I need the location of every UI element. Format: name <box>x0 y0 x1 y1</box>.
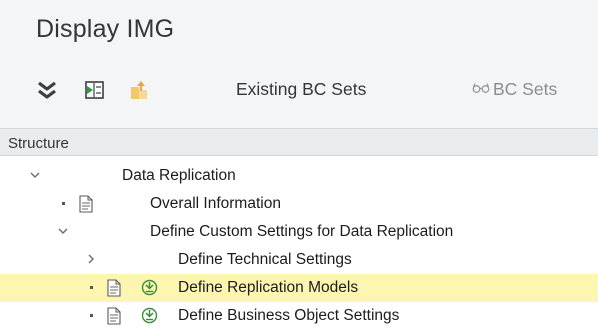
page-title: Display IMG <box>36 15 175 43</box>
existing-bc-sets-button[interactable]: Existing BC Sets <box>236 79 366 100</box>
execute-icon[interactable] <box>80 70 110 110</box>
execute-activity-icon[interactable] <box>141 307 158 324</box>
bullet-icon <box>90 314 93 317</box>
bc-sets-label: BC Sets <box>493 79 558 99</box>
tree-node-label: Define Custom Settings for Data Replicat… <box>150 223 454 240</box>
tree-node-label: Data Replication <box>122 167 236 184</box>
expand-all-icon[interactable] <box>32 70 62 110</box>
tree-node-label: Define Replication Models <box>178 279 359 296</box>
chevron-down-icon[interactable] <box>28 168 42 182</box>
tree-node-define-technical-settings[interactable]: Define Technical Settings <box>0 246 598 274</box>
tree-node-overall-information[interactable]: Overall Information <box>0 190 598 218</box>
toolbar: Existing BC Sets BC Sets <box>0 70 598 110</box>
tree-node-data-replication[interactable]: Data Replication <box>0 162 598 190</box>
tree-node-define-custom-settings[interactable]: Define Custom Settings for Data Replicat… <box>0 218 598 246</box>
bc-set-icon[interactable] <box>124 70 154 110</box>
tree-node-define-replication-models[interactable]: Define Replication Models <box>0 274 598 302</box>
structure-header-label: Structure <box>8 135 69 152</box>
img-structure-tree: Structure Data Replication Overall Infor… <box>0 128 598 335</box>
structure-header: Structure <box>0 128 598 156</box>
title-bar: Display IMG <box>0 0 598 58</box>
chevron-down-icon[interactable] <box>56 224 70 238</box>
tree-node-label: Define Technical Settings <box>178 251 352 268</box>
tree-node-define-business-object-settings[interactable]: Define Business Object Settings <box>0 302 598 330</box>
bullet-icon <box>62 202 65 205</box>
documentation-icon[interactable] <box>78 195 94 213</box>
glasses-icon <box>472 83 490 93</box>
tree-node-label: Define Business Object Settings <box>178 307 400 324</box>
tree-node-label: Overall Information <box>150 195 281 212</box>
bullet-icon <box>90 286 93 289</box>
bc-sets-button[interactable]: BC Sets <box>472 79 557 100</box>
documentation-icon[interactable] <box>106 279 122 297</box>
chevron-right-icon[interactable] <box>84 252 98 266</box>
documentation-icon[interactable] <box>106 307 122 325</box>
execute-activity-icon[interactable] <box>141 279 158 296</box>
